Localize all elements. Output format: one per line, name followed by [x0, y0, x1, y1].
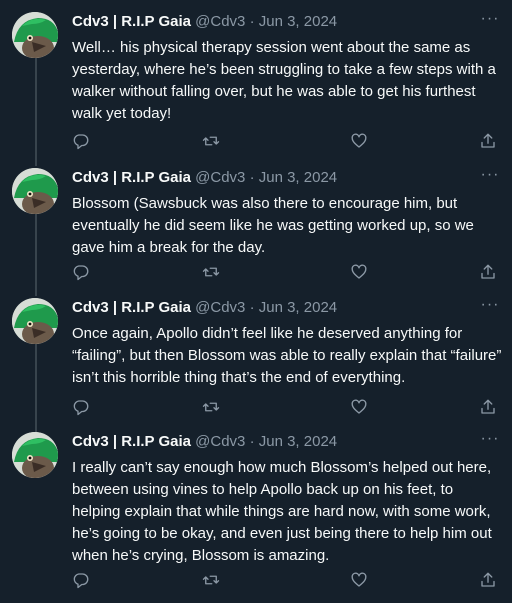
- reply-icon: [73, 134, 89, 150]
- retweet-button[interactable]: [202, 398, 222, 418]
- tweet-actions: [72, 263, 500, 283]
- like-icon: [351, 399, 367, 414]
- avatar-image: [12, 298, 58, 344]
- author-handle[interactable]: @Cdv3: [195, 169, 245, 186]
- share-icon: [481, 572, 495, 587]
- tweet-header: Cdv3 | R.I.P Gaia @Cdv3 · Jun 3, 2024: [72, 168, 492, 188]
- author-name[interactable]: Cdv3 | R.I.P Gaia: [72, 299, 191, 316]
- tweet-date[interactable]: Jun 3, 2024: [259, 13, 337, 30]
- avatar[interactable]: [12, 168, 58, 214]
- like-button[interactable]: [350, 571, 370, 591]
- tweet[interactable]: Cdv3 | R.I.P Gaia @Cdv3 · Jun 3, 2024 ··…: [0, 167, 512, 288]
- tweet-text: Well… his physical therapy session went …: [72, 39, 496, 122]
- share-button[interactable]: [479, 398, 499, 418]
- avatar-image: [12, 12, 58, 58]
- author-name[interactable]: Cdv3 | R.I.P Gaia: [72, 433, 191, 450]
- tweet-thread: Cdv3 | R.I.P Gaia @Cdv3 · Jun 3, 2024 ··…: [0, 0, 512, 603]
- retweet-icon: [202, 136, 220, 146]
- retweet-button[interactable]: [202, 132, 222, 152]
- avatar[interactable]: [12, 432, 58, 478]
- reply-icon: [73, 573, 89, 589]
- tweet-header: Cdv3 | R.I.P Gaia @Cdv3 · Jun 3, 2024: [72, 298, 492, 318]
- retweet-button[interactable]: [202, 571, 222, 591]
- more-icon[interactable]: ···: [478, 11, 502, 32]
- share-icon: [481, 264, 495, 279]
- retweet-icon: [202, 402, 220, 412]
- author-name[interactable]: Cdv3 | R.I.P Gaia: [72, 13, 191, 30]
- like-button[interactable]: [350, 132, 370, 152]
- avatar-image: [12, 168, 58, 214]
- like-icon: [351, 264, 367, 279]
- share-icon: [481, 133, 495, 148]
- tweet-header: Cdv3 | R.I.P Gaia @Cdv3 · Jun 3, 2024: [72, 432, 492, 452]
- tweet-text: Blossom (Sawsbuck was also there to enco…: [72, 195, 474, 256]
- reply-button[interactable]: [72, 398, 92, 418]
- tweet-text: I really can’t say enough how much Bloss…: [72, 459, 492, 564]
- tweet-date[interactable]: Jun 3, 2024: [259, 433, 337, 450]
- share-button[interactable]: [479, 132, 499, 152]
- tweet[interactable]: Cdv3 | R.I.P Gaia @Cdv3 · Jun 3, 2024 ··…: [0, 11, 512, 157]
- tweet[interactable]: Cdv3 | R.I.P Gaia @Cdv3 · Jun 3, 2024 ··…: [0, 431, 512, 597]
- share-button[interactable]: [479, 571, 499, 591]
- retweet-icon: [202, 575, 220, 585]
- more-icon[interactable]: ···: [478, 431, 502, 452]
- tweet[interactable]: Cdv3 | R.I.P Gaia @Cdv3 · Jun 3, 2024 ··…: [0, 297, 512, 422]
- like-icon: [351, 572, 367, 587]
- author-handle[interactable]: @Cdv3: [195, 299, 245, 316]
- separator-dot: ·: [249, 299, 255, 316]
- tweet-actions: [72, 571, 500, 591]
- avatar[interactable]: [12, 12, 58, 58]
- retweet-icon: [202, 267, 220, 277]
- tweet-header: Cdv3 | R.I.P Gaia @Cdv3 · Jun 3, 2024: [72, 12, 492, 32]
- author-handle[interactable]: @Cdv3: [195, 13, 245, 30]
- more-icon[interactable]: ···: [478, 167, 502, 188]
- reply-button[interactable]: [72, 571, 92, 591]
- share-button[interactable]: [479, 263, 499, 283]
- retweet-button[interactable]: [202, 263, 222, 283]
- author-name[interactable]: Cdv3 | R.I.P Gaia: [72, 169, 191, 186]
- tweet-text: Once again, Apollo didn’t feel like he d…: [72, 325, 502, 386]
- avatar-image: [12, 432, 58, 478]
- avatar[interactable]: [12, 298, 58, 344]
- share-icon: [481, 399, 495, 414]
- like-icon: [351, 133, 367, 148]
- reply-button[interactable]: [72, 263, 92, 283]
- reply-icon: [73, 265, 89, 281]
- author-handle[interactable]: @Cdv3: [195, 433, 245, 450]
- separator-dot: ·: [249, 13, 255, 30]
- tweet-date[interactable]: Jun 3, 2024: [259, 169, 337, 186]
- tweet-actions: [72, 132, 500, 152]
- like-button[interactable]: [350, 263, 370, 283]
- like-button[interactable]: [350, 398, 370, 418]
- tweet-actions: [72, 398, 500, 418]
- more-icon[interactable]: ···: [478, 297, 502, 318]
- separator-dot: ·: [249, 169, 255, 186]
- reply-icon: [73, 400, 89, 416]
- separator-dot: ·: [249, 433, 255, 450]
- tweet-date[interactable]: Jun 3, 2024: [259, 299, 337, 316]
- reply-button[interactable]: [72, 132, 92, 152]
